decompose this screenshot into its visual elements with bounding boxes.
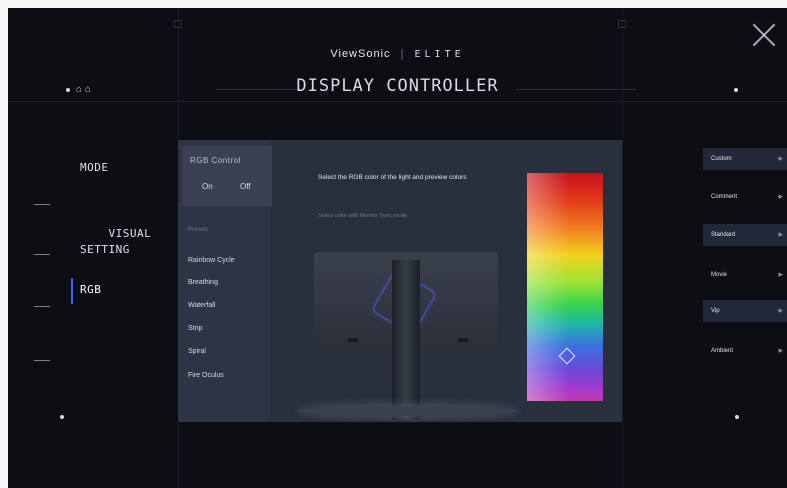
preset-heading: Presets	[188, 227, 209, 233]
right-item-comment[interactable]: Comment ▸	[703, 186, 787, 208]
monitor-base	[298, 406, 518, 416]
side-dash	[34, 204, 50, 205]
chevron-right-icon: ▸	[778, 305, 783, 315]
close-button[interactable]	[751, 22, 777, 48]
corner-tick	[174, 20, 182, 28]
sub-brand: ELITE	[414, 49, 465, 60]
preset-spiral[interactable]: Spiral	[188, 348, 206, 355]
nav-item-rgb[interactable]: RGB	[80, 282, 101, 298]
rgb-description-sub: Select color with Monitor Sync mode	[318, 213, 407, 219]
chevron-right-icon: ▸	[778, 345, 783, 355]
right-item-label: Comment	[711, 194, 738, 200]
right-item-label: Ambient	[711, 348, 734, 354]
rgb-sidebar: RGB Control On Off Presets Rainbow Cycle…	[178, 140, 272, 422]
right-item-label: Standard	[711, 232, 736, 238]
scroll-dot-icon	[735, 415, 739, 419]
color-spectrum-picker[interactable]	[527, 173, 603, 401]
rgb-on-toggle[interactable]: On	[202, 182, 213, 191]
brand: ViewSonic | ELITE	[8, 48, 787, 60]
rgb-off-toggle[interactable]: Off	[240, 182, 251, 191]
nav-active-indicator	[71, 278, 73, 304]
chevron-right-icon: ▸	[778, 191, 783, 201]
rgb-control-title: RGB Control	[190, 156, 241, 165]
preset-rainbow-cycle[interactable]: Rainbow Cycle	[188, 257, 235, 264]
corner-tick	[618, 20, 626, 28]
right-item-label: Movie	[711, 272, 728, 278]
side-dash	[34, 254, 50, 255]
right-item-custom[interactable]: Custom ▸	[703, 148, 787, 170]
rgb-panel: RGB Control On Off Presets Rainbow Cycle…	[178, 140, 622, 422]
scroll-dot-icon	[60, 415, 64, 419]
right-item-standard[interactable]: Standard ▸	[703, 224, 787, 246]
port-icon	[348, 338, 358, 342]
side-dash	[34, 360, 50, 361]
brand-separator: |	[400, 48, 405, 60]
nav-item-mode[interactable]: MODE	[80, 160, 109, 176]
app-window: ⌂ ⌂ ViewSonic | ELITE DISPLAY CONTROLLER…	[8, 8, 787, 488]
right-item-vip[interactable]: Vip ▸	[703, 300, 787, 322]
chevron-right-icon: ▸	[778, 229, 783, 239]
monitor-stand	[392, 260, 420, 420]
right-item-label: Vip	[711, 308, 720, 314]
preset-breathing[interactable]: Breathing	[188, 279, 218, 286]
right-item-label: Custom	[711, 156, 732, 162]
chevron-right-icon: ▸	[778, 153, 783, 163]
nav-item-visual-setting[interactable]: VISUAL SETTING	[80, 210, 151, 274]
port-icon	[458, 338, 468, 342]
right-item-ambient[interactable]: Ambient ▸	[703, 340, 787, 362]
preset-fire-oculus[interactable]: Fire Oculus	[188, 372, 224, 379]
nav-item-label: MODE	[80, 161, 109, 174]
nav-item-label: VISUAL SETTING	[80, 227, 152, 256]
preset-waterfall[interactable]: Waterfall	[188, 302, 215, 309]
chevron-right-icon: ▸	[778, 269, 783, 279]
nav-item-label: RGB	[80, 283, 102, 296]
right-item-movie[interactable]: Movie ▸	[703, 264, 787, 286]
brand-name: ViewSonic	[330, 48, 391, 60]
header-divider	[8, 101, 787, 102]
rgb-description: Select the RGB color of the light and pr…	[318, 174, 467, 181]
preset-strip[interactable]: Strip	[188, 325, 202, 332]
page-title: DISPLAY CONTROLLER	[296, 76, 499, 96]
rgb-control-box: RGB Control On Off	[182, 146, 272, 206]
side-dash	[34, 306, 50, 307]
